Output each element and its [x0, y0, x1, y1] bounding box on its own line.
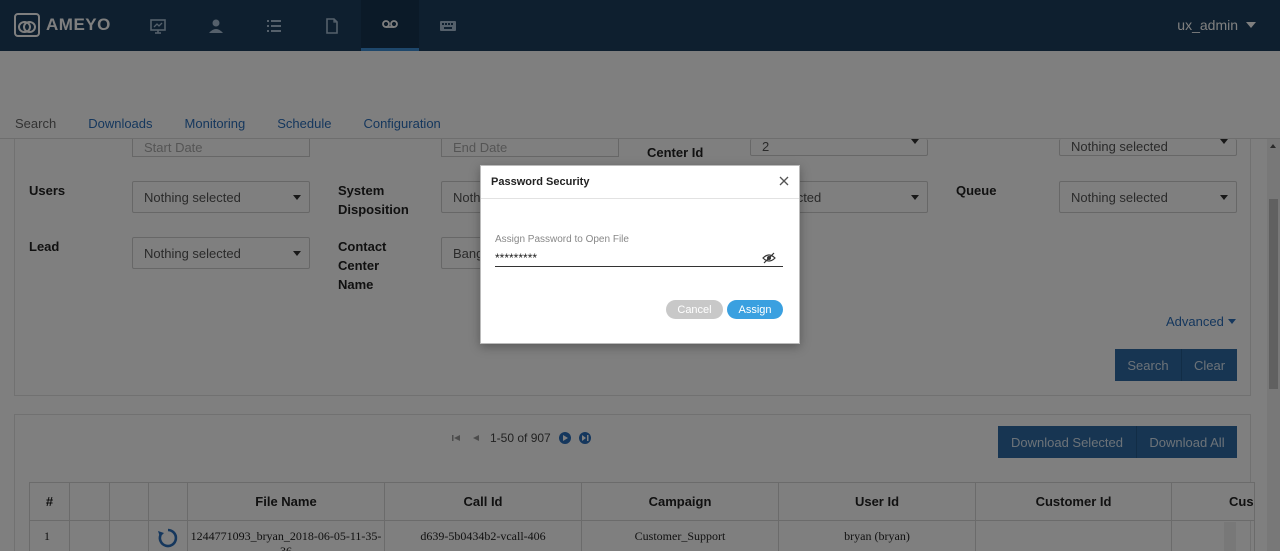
password-security-dialog: Password Security Assign Password to Ope…: [480, 165, 800, 344]
password-field[interactable]: [495, 249, 783, 267]
dialog-divider: [481, 198, 799, 199]
password-field-label: Assign Password to Open File: [495, 234, 629, 245]
eye-slash-icon[interactable]: [762, 251, 776, 264]
close-icon[interactable]: [777, 174, 791, 188]
cancel-button[interactable]: Cancel: [666, 300, 723, 319]
dialog-title: Password Security: [491, 176, 590, 188]
modal-backdrop-top: [0, 0, 1280, 51]
assign-button[interactable]: Assign: [727, 300, 783, 319]
